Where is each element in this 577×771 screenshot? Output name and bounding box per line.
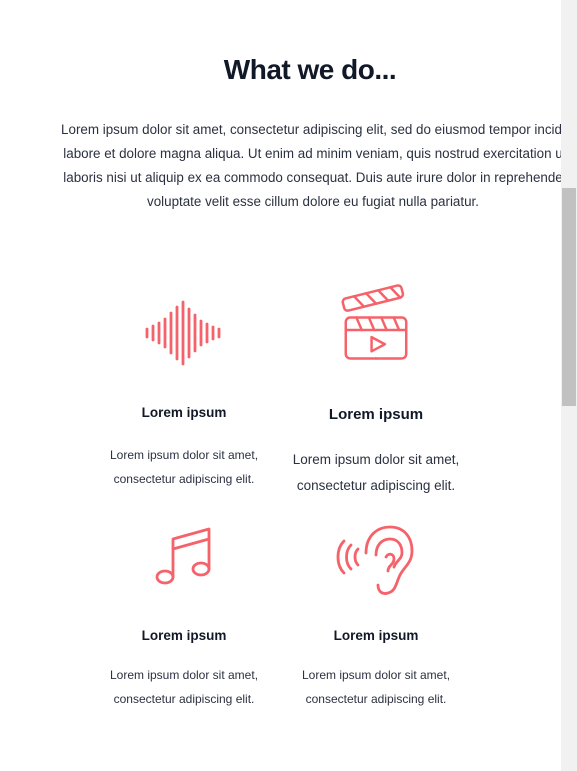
service-title: Lorem ipsum bbox=[333, 628, 419, 643]
music-note-icon bbox=[144, 519, 224, 599]
ear-listening-icon bbox=[336, 519, 416, 599]
service-description: Lorem ipsum dolor sit amet, consectetur … bbox=[292, 452, 460, 493]
service-card: Lorem ipsum Lorem ipsum dolor sit amet, … bbox=[89, 519, 279, 739]
service-description: Lorem ipsum dolor sit amet, consectetur … bbox=[301, 668, 451, 706]
clapperboard-icon bbox=[336, 282, 416, 362]
service-card: Lorem ipsum Lorem ipsum dolor sit amet, … bbox=[281, 519, 471, 739]
services-grid: Lorem ipsum Lorem ipsum dolor sit amet, … bbox=[0, 0, 561, 771]
service-description: Lorem ipsum dolor sit amet, consectetur … bbox=[109, 448, 259, 486]
service-card: Lorem ipsum Lorem ipsum dolor sit amet, … bbox=[89, 293, 279, 513]
service-title: Lorem ipsum bbox=[141, 405, 227, 420]
service-card: Lorem ipsum Lorem ipsum dolor sit amet, … bbox=[281, 282, 471, 502]
vertical-scrollbar[interactable] bbox=[561, 0, 577, 771]
scrollbar-thumb[interactable] bbox=[562, 188, 576, 406]
page-viewport: What we do... Lorem ipsum dolor sit amet… bbox=[0, 0, 561, 771]
service-description: Lorem ipsum dolor sit amet, consectetur … bbox=[109, 668, 259, 706]
service-title: Lorem ipsum bbox=[141, 628, 227, 643]
sound-wave-icon bbox=[144, 293, 224, 373]
service-title: Lorem ipsum bbox=[328, 406, 424, 423]
